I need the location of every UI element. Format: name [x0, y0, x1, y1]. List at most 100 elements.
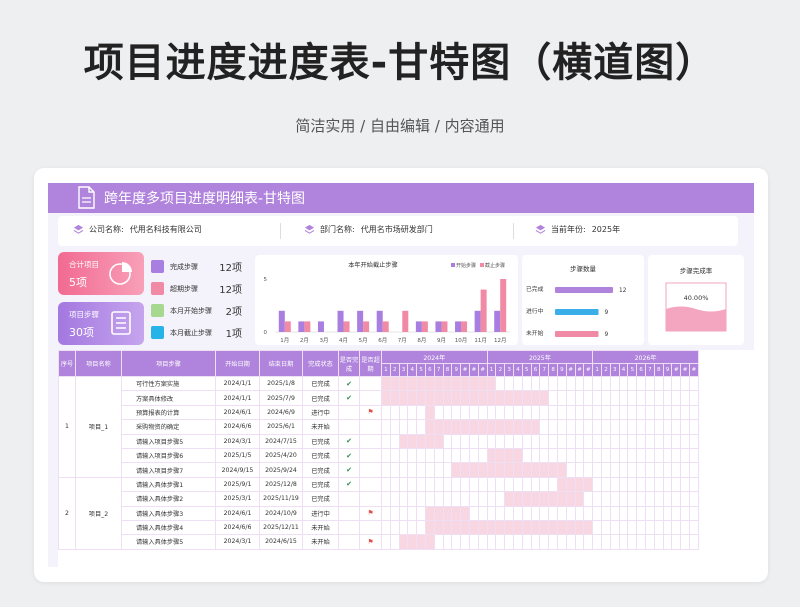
- gantt-cell[interactable]: [653, 491, 664, 507]
- gantt-cell[interactable]: [389, 447, 400, 464]
- cell-done[interactable]: ✔: [338, 375, 360, 392]
- gantt-cell[interactable]: [521, 419, 532, 435]
- gantt-cell[interactable]: [451, 390, 462, 406]
- gantt-cell[interactable]: [636, 491, 647, 507]
- cell-done[interactable]: [338, 534, 360, 550]
- gantt-cell[interactable]: [433, 534, 444, 550]
- cell-step[interactable]: 请输入具体步骤5: [121, 534, 216, 550]
- gantt-cell[interactable]: [521, 505, 532, 521]
- gantt-cell[interactable]: [671, 447, 682, 464]
- gantt-cell[interactable]: [504, 462, 515, 478]
- gantt-cell[interactable]: [407, 404, 418, 421]
- gantt-cell[interactable]: [689, 404, 699, 421]
- header-month[interactable]: 9: [557, 363, 567, 377]
- gantt-cell[interactable]: [574, 375, 585, 392]
- gantt-cell[interactable]: [653, 519, 664, 536]
- gantt-cell[interactable]: [627, 375, 638, 392]
- gantt-cell[interactable]: [381, 419, 391, 435]
- gantt-cell[interactable]: [609, 476, 620, 493]
- gantt-cell[interactable]: [557, 462, 567, 478]
- cell-status[interactable]: 未开始: [302, 419, 339, 435]
- gantt-cell[interactable]: [424, 462, 435, 478]
- gantt-cell[interactable]: [601, 390, 611, 406]
- gantt-cell[interactable]: [653, 375, 664, 392]
- header-status[interactable]: 完成状态: [302, 350, 339, 377]
- gantt-cell[interactable]: [521, 519, 532, 536]
- cell-start-date[interactable]: 2024/6/1: [215, 404, 260, 421]
- gantt-cell[interactable]: [451, 404, 462, 421]
- gantt-cell[interactable]: [618, 462, 629, 478]
- gantt-cell[interactable]: [618, 476, 629, 493]
- gantt-cell[interactable]: [662, 375, 673, 392]
- table-row[interactable]: 请输入项目步骤7 2024/9/15 2025/9/24 已完成 ✔: [59, 462, 699, 478]
- gantt-cell[interactable]: [548, 534, 558, 550]
- header-step[interactable]: 项目步骤: [121, 350, 216, 377]
- gantt-cell[interactable]: [381, 404, 391, 421]
- gantt-cell[interactable]: [468, 375, 479, 392]
- cell-done[interactable]: [338, 419, 360, 435]
- gantt-cell[interactable]: [495, 419, 506, 435]
- gantt-cell[interactable]: [468, 519, 479, 536]
- cell-overdue[interactable]: [359, 375, 382, 392]
- gantt-cell[interactable]: [433, 433, 444, 449]
- cell-done[interactable]: ✔: [338, 476, 360, 493]
- header-month[interactable]: 7: [539, 363, 550, 377]
- gantt-cell[interactable]: [381, 476, 391, 493]
- gantt-cell[interactable]: [680, 433, 691, 449]
- gantt-cell[interactable]: [513, 534, 523, 550]
- gantt-cell[interactable]: [381, 491, 391, 507]
- cell-done[interactable]: [338, 491, 360, 507]
- gantt-cell[interactable]: [689, 447, 699, 464]
- gantt-cell[interactable]: [451, 375, 462, 392]
- gantt-cell[interactable]: [689, 375, 699, 392]
- cell-status[interactable]: 进行中: [302, 505, 339, 521]
- gantt-cell[interactable]: [583, 505, 594, 521]
- gantt-cell[interactable]: [653, 534, 664, 550]
- gantt-cell[interactable]: [477, 462, 488, 478]
- gantt-cell[interactable]: [389, 505, 400, 521]
- gantt-cell[interactable]: [601, 519, 611, 536]
- gantt-cell[interactable]: [389, 491, 400, 507]
- gantt-cell[interactable]: [609, 534, 620, 550]
- gantt-cell[interactable]: [592, 534, 603, 550]
- header-month[interactable]: 7: [645, 363, 655, 377]
- header-month[interactable]: 1: [486, 363, 497, 377]
- gantt-cell[interactable]: [486, 491, 497, 507]
- gantt-cell[interactable]: [680, 375, 691, 392]
- gantt-cell[interactable]: [645, 447, 655, 464]
- gantt-cell[interactable]: [645, 404, 655, 421]
- gantt-cell[interactable]: [486, 404, 497, 421]
- header-month[interactable]: 4: [618, 363, 629, 377]
- gantt-cell[interactable]: [583, 375, 594, 392]
- gantt-cell[interactable]: [627, 404, 638, 421]
- gantt-cell[interactable]: [592, 390, 603, 406]
- gantt-cell[interactable]: [627, 534, 638, 550]
- gantt-cell[interactable]: [601, 375, 611, 392]
- cell-start-date[interactable]: 2024/1/1: [215, 375, 260, 392]
- gantt-cell[interactable]: [513, 462, 523, 478]
- gantt-cell[interactable]: [636, 519, 647, 536]
- gantt-cell[interactable]: [627, 390, 638, 406]
- gantt-cell[interactable]: [557, 519, 567, 536]
- gantt-cell[interactable]: [601, 505, 611, 521]
- gantt-cell[interactable]: [460, 462, 470, 478]
- gantt-cell[interactable]: [557, 476, 567, 493]
- gantt-cell[interactable]: [627, 447, 638, 464]
- gantt-cell[interactable]: [618, 375, 629, 392]
- gantt-cell[interactable]: [565, 462, 576, 478]
- gantt-cell[interactable]: [477, 491, 488, 507]
- gantt-cell[interactable]: [539, 433, 550, 449]
- gantt-cell[interactable]: [583, 462, 594, 478]
- gantt-cell[interactable]: [627, 419, 638, 435]
- gantt-cell[interactable]: [460, 390, 470, 406]
- gantt-cell[interactable]: [389, 390, 400, 406]
- gantt-cell[interactable]: [574, 476, 585, 493]
- gantt-cell[interactable]: [601, 534, 611, 550]
- gantt-cell[interactable]: [442, 375, 453, 392]
- gantt-cell[interactable]: [416, 476, 426, 493]
- gantt-cell[interactable]: [653, 419, 664, 435]
- header-month[interactable]: 6: [424, 363, 435, 377]
- gantt-cell[interactable]: [442, 462, 453, 478]
- gantt-cell[interactable]: [680, 505, 691, 521]
- cell-start-date[interactable]: 2024/6/6: [215, 519, 260, 536]
